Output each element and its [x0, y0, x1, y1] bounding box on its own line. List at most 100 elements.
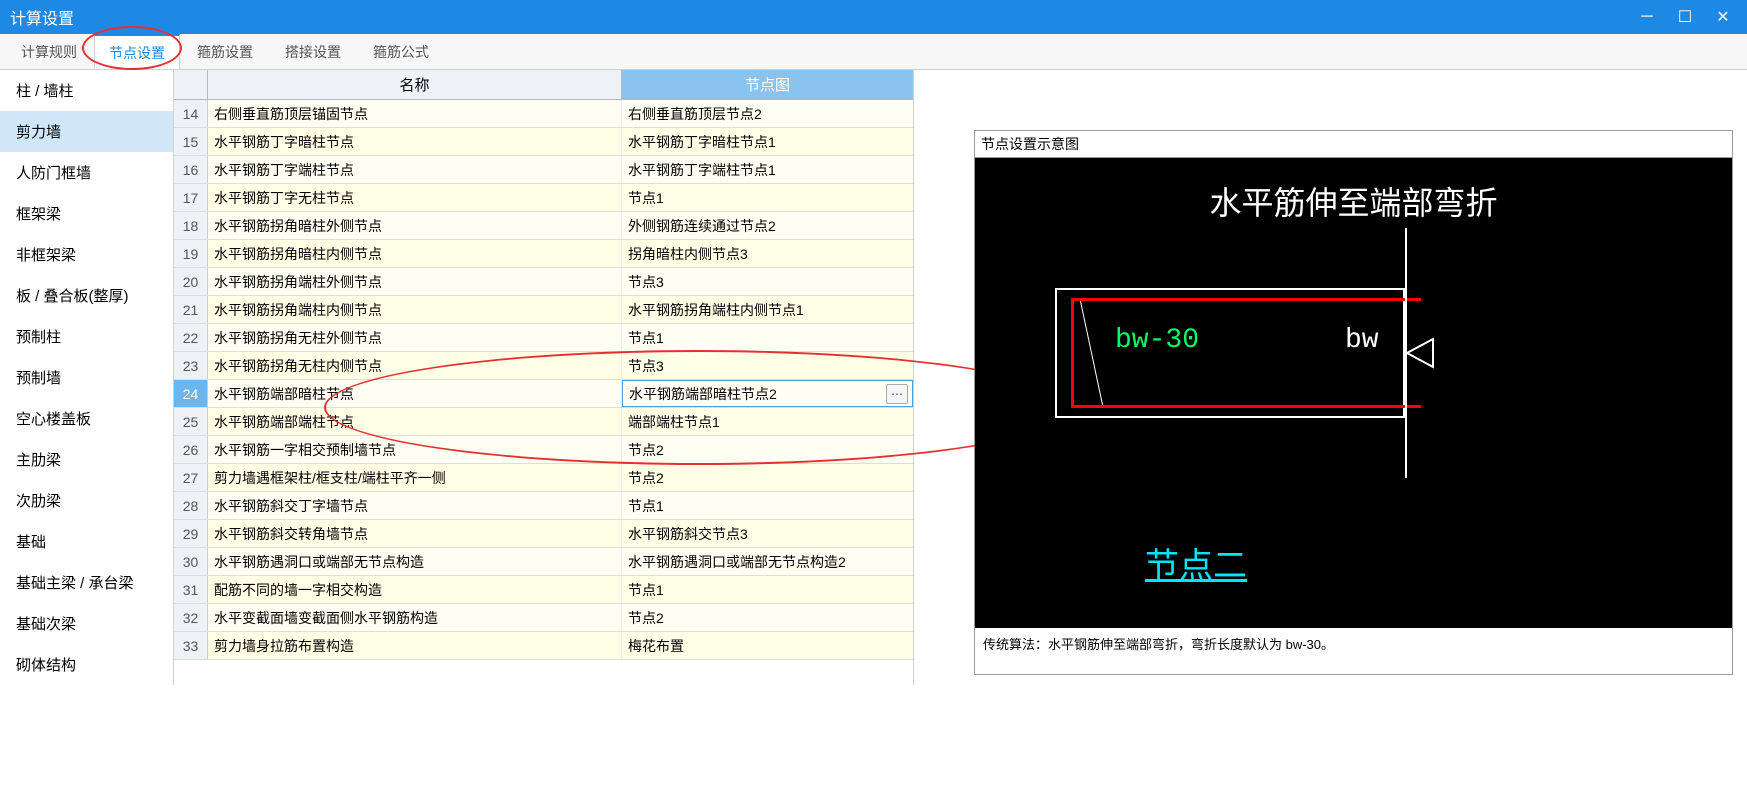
- table-row[interactable]: 28水平钢筋斜交丁字墙节点节点1: [174, 492, 913, 520]
- label-bw30: bw-30: [1115, 325, 1199, 356]
- table-row[interactable]: 32水平变截面墙变截面侧水平钢筋构造节点2: [174, 604, 913, 632]
- cell-name[interactable]: 水平钢筋端部暗柱节点: [208, 380, 622, 407]
- sidebar-item-13[interactable]: 基础次梁: [0, 603, 173, 644]
- cell-name[interactable]: 剪力墙身拉筋布置构造: [208, 632, 622, 659]
- cell-name[interactable]: 水平钢筋遇洞口或端部无节点构造: [208, 548, 622, 575]
- table-row[interactable]: 23水平钢筋拐角无柱内侧节点节点3: [174, 352, 913, 380]
- cell-name[interactable]: 右侧垂直筋顶层锚固节点: [208, 100, 622, 127]
- cell-node[interactable]: 水平钢筋端部暗柱节点2⋯: [622, 380, 913, 407]
- cell-node[interactable]: 水平钢筋拐角端柱内侧节点1: [622, 296, 913, 323]
- table-row[interactable]: 17水平钢筋丁字无柱节点节点1: [174, 184, 913, 212]
- sidebar[interactable]: 柱 / 墙柱剪力墙人防门框墙框架梁非框架梁板 / 叠合板(整厚)预制柱预制墙空心…: [0, 70, 174, 685]
- cell-name[interactable]: 水平钢筋拐角端柱内侧节点: [208, 296, 622, 323]
- table-row[interactable]: 19水平钢筋拐角暗柱内侧节点拐角暗柱内侧节点3: [174, 240, 913, 268]
- tab-2[interactable]: 箍筋设置: [182, 34, 268, 69]
- cell-name[interactable]: 水平钢筋斜交转角墙节点: [208, 520, 622, 547]
- cell-node[interactable]: 水平钢筋遇洞口或端部无节点构造2: [622, 548, 913, 575]
- cell-name[interactable]: 水平变截面墙变截面侧水平钢筋构造: [208, 604, 622, 631]
- cell-node[interactable]: 端部端柱节点1: [622, 408, 913, 435]
- cell-node[interactable]: 节点1: [622, 324, 913, 351]
- cell-node[interactable]: 节点3: [622, 352, 913, 379]
- cell-node[interactable]: 水平钢筋斜交节点3: [622, 520, 913, 547]
- row-number: 31: [174, 576, 208, 603]
- close-button[interactable]: ✕: [1705, 4, 1741, 30]
- sidebar-item-2[interactable]: 人防门框墙: [0, 152, 173, 193]
- cell-node[interactable]: 右侧垂直筋顶层节点2: [622, 100, 913, 127]
- cell-node[interactable]: 节点1: [622, 184, 913, 211]
- sidebar-item-1[interactable]: 剪力墙: [0, 111, 173, 152]
- sidebar-item-14[interactable]: 砌体结构: [0, 644, 173, 685]
- cell-name[interactable]: 水平钢筋丁字端柱节点: [208, 156, 622, 183]
- ellipsis-button[interactable]: ⋯: [886, 384, 908, 404]
- maximize-button[interactable]: ☐: [1667, 4, 1703, 30]
- cell-name[interactable]: 水平钢筋端部端柱节点: [208, 408, 622, 435]
- tab-1[interactable]: 节点设置: [94, 34, 180, 69]
- cell-node[interactable]: 节点2: [622, 436, 913, 463]
- window-title: 计算设置: [10, 5, 74, 29]
- cell-node[interactable]: 水平钢筋丁字暗柱节点1: [622, 128, 913, 155]
- row-number: 30: [174, 548, 208, 575]
- sidebar-item-3[interactable]: 框架梁: [0, 193, 173, 234]
- table-row[interactable]: 18水平钢筋拐角暗柱外侧节点外侧钢筋连续通过节点2: [174, 212, 913, 240]
- sidebar-item-0[interactable]: 柱 / 墙柱: [0, 70, 173, 111]
- cell-name[interactable]: 水平钢筋斜交丁字墙节点: [208, 492, 622, 519]
- grid-header-rownum: [174, 70, 208, 99]
- cell-name[interactable]: 水平钢筋一字相交预制墙节点: [208, 436, 622, 463]
- minimize-button[interactable]: ─: [1629, 4, 1665, 30]
- cell-node[interactable]: 节点1: [622, 492, 913, 519]
- cell-name[interactable]: 水平钢筋拐角暗柱外侧节点: [208, 212, 622, 239]
- table-row[interactable]: 14右侧垂直筋顶层锚固节点右侧垂直筋顶层节点2: [174, 100, 913, 128]
- table-row[interactable]: 26水平钢筋一字相交预制墙节点节点2: [174, 436, 913, 464]
- cell-name[interactable]: 水平钢筋丁字暗柱节点: [208, 128, 622, 155]
- row-number: 32: [174, 604, 208, 631]
- sidebar-item-11[interactable]: 基础: [0, 521, 173, 562]
- row-number: 20: [174, 268, 208, 295]
- sidebar-item-10[interactable]: 次肋梁: [0, 480, 173, 521]
- cell-node[interactable]: 外侧钢筋连续通过节点2: [622, 212, 913, 239]
- cell-node[interactable]: 节点3: [622, 268, 913, 295]
- table-row[interactable]: 29水平钢筋斜交转角墙节点水平钢筋斜交节点3: [174, 520, 913, 548]
- table-row[interactable]: 30水平钢筋遇洞口或端部无节点构造水平钢筋遇洞口或端部无节点构造2: [174, 548, 913, 576]
- table-row[interactable]: 21水平钢筋拐角端柱内侧节点水平钢筋拐角端柱内侧节点1: [174, 296, 913, 324]
- cell-node[interactable]: 节点2: [622, 464, 913, 491]
- row-number: 22: [174, 324, 208, 351]
- cell-name[interactable]: 水平钢筋拐角无柱外侧节点: [208, 324, 622, 351]
- cell-name[interactable]: 剪力墙遇框架柱/框支柱/端柱平齐一侧: [208, 464, 622, 491]
- cell-node[interactable]: 节点2: [622, 604, 913, 631]
- cell-name[interactable]: 水平钢筋丁字无柱节点: [208, 184, 622, 211]
- cell-node[interactable]: 拐角暗柱内侧节点3: [622, 240, 913, 267]
- preview-footer: 传统算法：水平钢筋伸至端部弯折，弯折长度默认为 bw-30。: [975, 628, 1732, 659]
- diagram: 水平筋伸至端部弯折 bw-30 bw 节点二: [975, 158, 1732, 628]
- tab-0[interactable]: 计算规则: [6, 34, 92, 69]
- sidebar-item-6[interactable]: 预制柱: [0, 316, 173, 357]
- sidebar-item-5[interactable]: 板 / 叠合板(整厚): [0, 275, 173, 316]
- sidebar-item-9[interactable]: 主肋梁: [0, 439, 173, 480]
- table-row[interactable]: 16水平钢筋丁字端柱节点水平钢筋丁字端柱节点1: [174, 156, 913, 184]
- sidebar-item-4[interactable]: 非框架梁: [0, 234, 173, 275]
- table-row[interactable]: 24水平钢筋端部暗柱节点水平钢筋端部暗柱节点2⋯: [174, 380, 913, 408]
- tab-3[interactable]: 搭接设置: [270, 34, 356, 69]
- body-area: 柱 / 墙柱剪力墙人防门框墙框架梁非框架梁板 / 叠合板(整厚)预制柱预制墙空心…: [0, 70, 1747, 685]
- sidebar-item-12[interactable]: 基础主梁 / 承台梁: [0, 562, 173, 603]
- table-row[interactable]: 25水平钢筋端部端柱节点端部端柱节点1: [174, 408, 913, 436]
- tab-4[interactable]: 箍筋公式: [358, 34, 444, 69]
- table-row[interactable]: 31配筋不同的墙一字相交构造节点1: [174, 576, 913, 604]
- table-row[interactable]: 33剪力墙身拉筋布置构造梅花布置: [174, 632, 913, 660]
- table-row[interactable]: 22水平钢筋拐角无柱外侧节点节点1: [174, 324, 913, 352]
- table-row[interactable]: 27剪力墙遇框架柱/框支柱/端柱平齐一侧节点2: [174, 464, 913, 492]
- table-row[interactable]: 15水平钢筋丁字暗柱节点水平钢筋丁字暗柱节点1: [174, 128, 913, 156]
- row-number: 16: [174, 156, 208, 183]
- cell-node[interactable]: 水平钢筋丁字端柱节点1: [622, 156, 913, 183]
- cell-name[interactable]: 水平钢筋拐角暗柱内侧节点: [208, 240, 622, 267]
- row-number: 33: [174, 632, 208, 659]
- cell-name[interactable]: 水平钢筋拐角端柱外侧节点: [208, 268, 622, 295]
- table-row[interactable]: 20水平钢筋拐角端柱外侧节点节点3: [174, 268, 913, 296]
- sidebar-item-8[interactable]: 空心楼盖板: [0, 398, 173, 439]
- sidebar-item-7[interactable]: 预制墙: [0, 357, 173, 398]
- cell-name[interactable]: 水平钢筋拐角无柱内侧节点: [208, 352, 622, 379]
- cell-node[interactable]: 节点1: [622, 576, 913, 603]
- cell-node[interactable]: 梅花布置: [622, 632, 913, 659]
- arrow-icon: [1407, 333, 1437, 376]
- cell-name[interactable]: 配筋不同的墙一字相交构造: [208, 576, 622, 603]
- row-number: 25: [174, 408, 208, 435]
